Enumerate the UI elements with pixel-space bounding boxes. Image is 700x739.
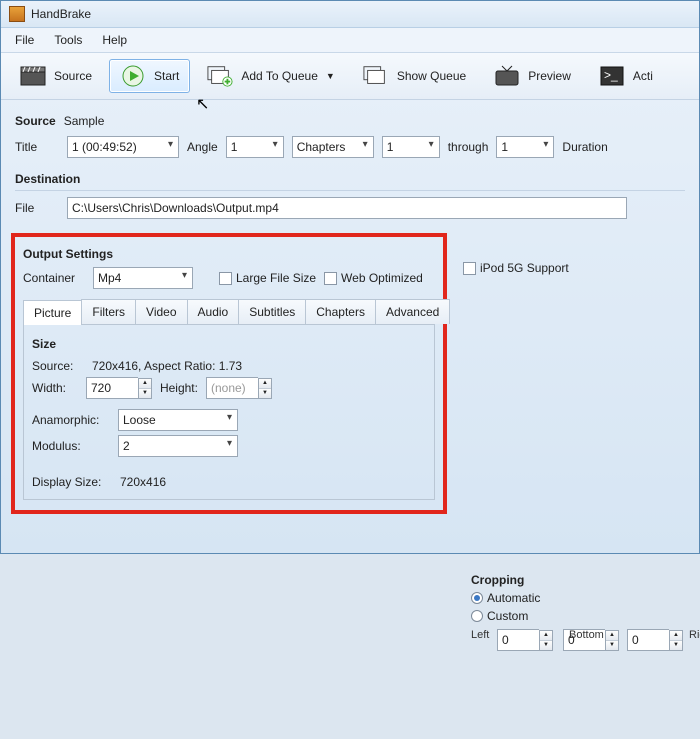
crop-right-stepper[interactable]: ▲▼ <box>627 629 683 651</box>
picture-panel: Size Source: 720x416, Aspect Ratio: 1.73… <box>23 324 435 500</box>
menu-tools[interactable]: Tools <box>46 30 90 50</box>
size-heading: Size <box>32 337 426 351</box>
source-section: Source Sample Title 1 (00:49:52) Angle 1… <box>1 100 699 168</box>
tab-advanced[interactable]: Advanced <box>375 299 450 324</box>
crop-left-label: Left <box>471 629 489 641</box>
tab-filters[interactable]: Filters <box>81 299 136 324</box>
modulus-label: Modulus: <box>32 439 110 453</box>
ipod-support-checkbox[interactable]: iPod 5G Support <box>463 261 569 275</box>
cropping-heading: Cropping <box>471 573 691 587</box>
destination-label: Destination <box>15 172 685 186</box>
terminal-icon: >_ <box>599 65 625 87</box>
display-size-value: 720x416 <box>120 475 166 489</box>
tab-picture[interactable]: Picture <box>23 300 82 325</box>
source-label: Source <box>15 114 56 128</box>
crop-right-label: Rig <box>689 629 700 641</box>
app-title: HandBrake <box>31 7 91 21</box>
crop-custom-radio[interactable]: Custom <box>471 609 528 623</box>
tab-video[interactable]: Video <box>135 299 187 324</box>
up-icon[interactable]: ▲ <box>139 379 151 389</box>
source-size-value: 720x416, Aspect Ratio: 1.73 <box>92 359 242 373</box>
web-optimized-checkbox[interactable]: Web Optimized <box>324 271 423 285</box>
toolbar: Source Start Add To Queue ▼ Show Queue P… <box>1 53 699 100</box>
menu-help[interactable]: Help <box>94 30 135 50</box>
destination-section: Destination File <box>1 172 699 229</box>
crop-auto-radio[interactable]: Automatic <box>471 591 540 605</box>
start-button[interactable]: Start <box>109 59 190 93</box>
app-icon <box>9 6 25 22</box>
range-mode-select[interactable]: Chapters <box>292 136 374 158</box>
menu-file[interactable]: File <box>7 30 42 50</box>
modulus-select[interactable]: 2 <box>118 435 238 457</box>
queue-add-icon <box>207 65 233 87</box>
display-size-label: Display Size: <box>32 475 112 489</box>
play-icon <box>120 65 146 87</box>
angle-label: Angle <box>187 140 218 154</box>
toolbar-label: Show Queue <box>397 69 466 83</box>
tab-subtitles[interactable]: Subtitles <box>238 299 306 324</box>
preview-button[interactable]: Preview <box>483 59 582 93</box>
crop-bottom-label: Bottom <box>569 629 604 641</box>
activity-button[interactable]: >_ Acti <box>588 59 664 93</box>
width-label: Width: <box>32 381 78 395</box>
down-icon[interactable]: ▼ <box>139 389 151 398</box>
container-label: Container <box>23 271 85 285</box>
tv-icon <box>494 65 520 87</box>
source-size-label: Source: <box>32 359 84 373</box>
through-label: through <box>448 140 489 154</box>
title-label: Title <box>15 140 59 154</box>
tab-chapters[interactable]: Chapters <box>305 299 376 324</box>
toolbar-label: Add To Queue <box>241 69 318 83</box>
tab-audio[interactable]: Audio <box>187 299 240 324</box>
up-icon[interactable]: ▲ <box>259 379 271 389</box>
anamorphic-label: Anamorphic: <box>32 413 110 427</box>
chapter-start-select[interactable]: 1 <box>382 136 440 158</box>
source-name: Sample <box>64 114 105 128</box>
file-path-input[interactable] <box>67 197 627 219</box>
height-stepper[interactable]: ▲▼ <box>206 377 272 399</box>
cropping-section: Cropping Automatic Custom Top ▲▼ Left ▲▼… <box>471 569 691 739</box>
clapper-icon <box>20 65 46 87</box>
show-queue-button[interactable]: Show Queue <box>352 59 477 93</box>
height-label: Height: <box>160 381 198 395</box>
output-settings-label: Output Settings <box>23 247 435 261</box>
svg-text:>_: >_ <box>604 68 618 82</box>
duration-label: Duration <box>562 140 607 154</box>
chevron-down-icon: ▼ <box>326 71 335 81</box>
crop-left-stepper[interactable]: ▲▼ <box>497 629 553 651</box>
toolbar-label: Source <box>54 69 92 83</box>
down-icon[interactable]: ▼ <box>259 389 271 398</box>
output-settings-highlight: Output Settings Container Mp4 Large File… <box>11 233 447 514</box>
menubar: File Tools Help <box>1 28 699 53</box>
tabstrip: Picture Filters Video Audio Subtitles Ch… <box>23 299 435 324</box>
source-button[interactable]: Source <box>9 59 103 93</box>
anamorphic-select[interactable]: Loose <box>118 409 238 431</box>
chapter-end-select[interactable]: 1 <box>496 136 554 158</box>
queue-icon <box>363 65 389 87</box>
file-label: File <box>15 201 59 215</box>
toolbar-label: Start <box>154 69 179 83</box>
large-file-checkbox[interactable]: Large File Size <box>219 271 316 285</box>
angle-select[interactable]: 1 <box>226 136 284 158</box>
container-select[interactable]: Mp4 <box>93 267 193 289</box>
toolbar-label: Acti <box>633 69 653 83</box>
add-to-queue-button[interactable]: Add To Queue ▼ <box>196 59 345 93</box>
toolbar-label: Preview <box>528 69 571 83</box>
title-select[interactable]: 1 (00:49:52) <box>67 136 179 158</box>
titlebar: HandBrake <box>1 1 699 28</box>
width-stepper[interactable]: ▲▼ <box>86 377 152 399</box>
